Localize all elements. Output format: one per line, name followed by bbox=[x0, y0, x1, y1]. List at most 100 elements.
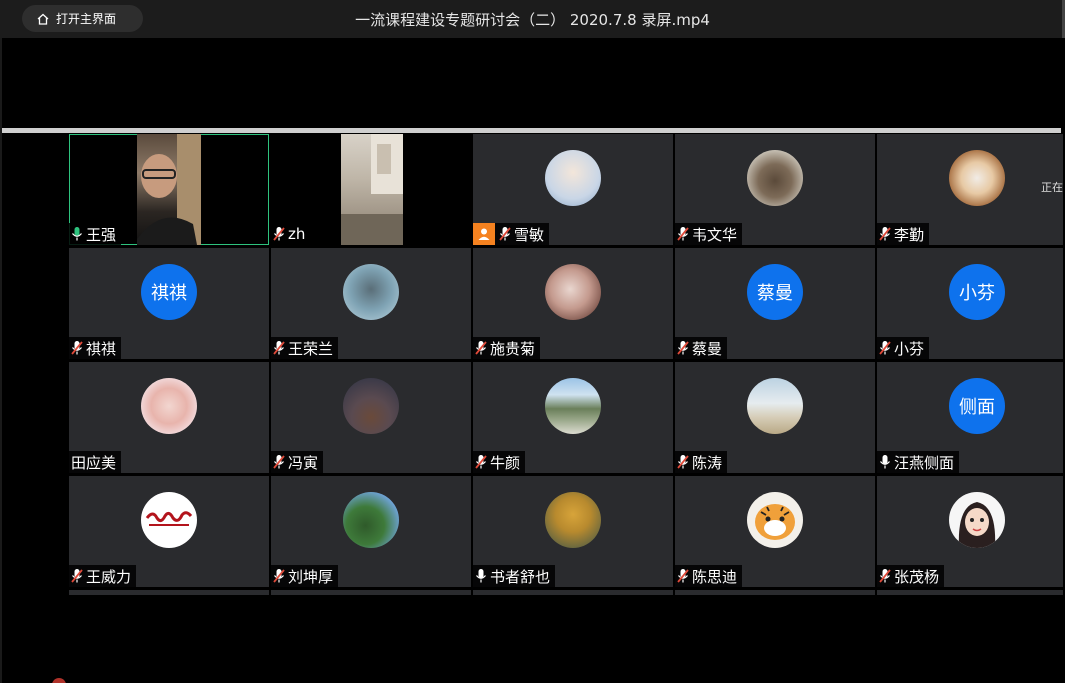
participant-tile[interactable]: 王强 bbox=[69, 134, 269, 245]
participant-name-bar: 王荣兰 bbox=[271, 337, 339, 359]
mic-muted-icon bbox=[273, 341, 285, 355]
participant-avatar bbox=[949, 150, 1005, 206]
mic-on-icon bbox=[72, 227, 82, 241]
participant-name-bar: 田应美 bbox=[69, 451, 122, 473]
participant-tile[interactable]: 雪敏 bbox=[473, 134, 673, 245]
partial-tile bbox=[271, 590, 471, 595]
participant-name: 王强 bbox=[86, 225, 117, 244]
participant-name-bar: 施贵菊 bbox=[473, 337, 541, 359]
mic-muted-icon bbox=[475, 341, 487, 355]
participant-name: 李勤 bbox=[894, 225, 925, 244]
participant-name: 王威力 bbox=[86, 567, 132, 586]
participant-tile[interactable]: 牛颜 bbox=[473, 362, 673, 473]
participant-tile[interactable]: 王荣兰 bbox=[271, 248, 471, 359]
room-video-icon bbox=[341, 134, 403, 245]
participant-name-bar: 张茂杨 bbox=[877, 565, 945, 587]
participant-name-bar: 汪燕侧面 bbox=[877, 451, 960, 473]
participant-name: 王荣兰 bbox=[288, 339, 334, 358]
side-notification-tab[interactable]: 正在 bbox=[1029, 168, 1063, 204]
participant-tile[interactable]: 陈思迪 bbox=[675, 476, 875, 587]
mic-muted-icon bbox=[879, 569, 891, 583]
mic-muted-icon bbox=[273, 455, 285, 469]
participant-name: 陈思迪 bbox=[692, 567, 738, 586]
participant-avatar bbox=[545, 150, 601, 206]
participant-name-bar: 陈思迪 bbox=[675, 565, 743, 587]
participant-tile[interactable]: zh bbox=[271, 134, 471, 245]
participant-name: 施贵菊 bbox=[490, 339, 536, 358]
participant-avatar bbox=[949, 492, 1005, 548]
participant-avatar bbox=[141, 492, 197, 548]
participant-name: 雪敏 bbox=[514, 225, 545, 244]
participant-avatar: 小芬 bbox=[949, 264, 1005, 320]
participant-name: 小芬 bbox=[894, 339, 925, 358]
partial-tile bbox=[675, 590, 875, 595]
participant-tile[interactable]: 田应美 bbox=[69, 362, 269, 473]
person-video-icon bbox=[133, 134, 201, 245]
participant-name: 韦文华 bbox=[692, 225, 738, 244]
participant-name-bar: 王威力 bbox=[69, 565, 137, 587]
participant-tile[interactable]: 刘坤厚 bbox=[271, 476, 471, 587]
participant-avatar bbox=[141, 378, 197, 434]
participant-tile[interactable]: 张茂杨 bbox=[877, 476, 1063, 587]
mic-on-icon bbox=[880, 455, 890, 469]
participant-avatar bbox=[747, 492, 803, 548]
mic-muted-icon bbox=[273, 227, 285, 241]
title-bar: 打开主界面 一流课程建设专题研讨会（二） 2020.7.8 录屏.mp4 bbox=[0, 0, 1065, 38]
mic-muted-icon bbox=[475, 455, 487, 469]
participant-avatar bbox=[747, 378, 803, 434]
participant-avatar bbox=[747, 150, 803, 206]
participant-tile[interactable]: 施贵菊 bbox=[473, 248, 673, 359]
partial-tile bbox=[473, 590, 673, 595]
participant-avatar bbox=[343, 378, 399, 434]
participant-avatar bbox=[343, 264, 399, 320]
speaker-area bbox=[0, 38, 1065, 128]
participant-name-bar: 小芬 bbox=[877, 337, 930, 359]
record-indicator-icon bbox=[52, 678, 66, 683]
participant-tile[interactable]: 冯寅 bbox=[271, 362, 471, 473]
participant-name: 冯寅 bbox=[288, 453, 319, 472]
mic-muted-icon bbox=[677, 569, 689, 583]
participant-tile[interactable]: 蔡曼 蔡曼 bbox=[675, 248, 875, 359]
left-edge bbox=[0, 38, 2, 683]
participant-name-bar: 书者舒也 bbox=[473, 565, 556, 587]
participant-name: 张茂杨 bbox=[894, 567, 940, 586]
participant-avatar bbox=[545, 378, 601, 434]
gallery-grid: 王强 zh 雪敏 韦文华 李勤 祺祺 祺祺 王荣兰 施贵菊 蔡曼 蔡曼 小芬 小… bbox=[69, 134, 1063, 596]
participant-avatar bbox=[545, 264, 601, 320]
mic-on-icon bbox=[476, 569, 486, 583]
participant-name-bar: 韦文华 bbox=[675, 223, 743, 245]
participant-name-bar: 冯寅 bbox=[271, 451, 324, 473]
participant-name-bar: 王强 bbox=[69, 223, 122, 245]
participant-tile[interactable]: 王威力 bbox=[69, 476, 269, 587]
mic-muted-icon bbox=[71, 341, 83, 355]
mic-muted-icon bbox=[677, 341, 689, 355]
participant-avatar: 祺祺 bbox=[141, 264, 197, 320]
divider-bar[interactable] bbox=[2, 128, 1061, 133]
mic-muted-icon bbox=[677, 227, 689, 241]
tiger-avatar-icon bbox=[755, 504, 795, 540]
participant-name-bar: 李勤 bbox=[877, 223, 930, 245]
participant-name-bar: 牛颜 bbox=[473, 451, 526, 473]
participant-name-bar: 刘坤厚 bbox=[271, 565, 339, 587]
mic-muted-icon bbox=[71, 569, 83, 583]
participant-tile[interactable]: 小芬 小芬 bbox=[877, 248, 1063, 359]
participant-name: 田应美 bbox=[71, 453, 117, 472]
participant-tile[interactable]: 祺祺 祺祺 bbox=[69, 248, 269, 359]
participant-tile[interactable]: 书者舒也 bbox=[473, 476, 673, 587]
partial-tile bbox=[877, 590, 1063, 595]
participant-name: 陈涛 bbox=[692, 453, 723, 472]
mic-muted-icon bbox=[677, 455, 689, 469]
participant-tile[interactable]: 侧面 汪燕侧面 bbox=[877, 362, 1063, 473]
participant-name-bar: 陈涛 bbox=[675, 451, 728, 473]
participant-name: 书者舒也 bbox=[490, 567, 551, 586]
participant-name-bar: 雪敏 bbox=[473, 223, 550, 245]
participant-tile[interactable]: 陈涛 bbox=[675, 362, 875, 473]
participant-avatar bbox=[545, 492, 601, 548]
cartoon-girl-avatar-icon bbox=[958, 502, 996, 548]
participant-name-bar: 祺祺 bbox=[69, 337, 122, 359]
participant-name: 牛颜 bbox=[490, 453, 521, 472]
participant-tile[interactable]: 韦文华 bbox=[675, 134, 875, 245]
window-title: 一流课程建设专题研讨会（二） 2020.7.8 录屏.mp4 bbox=[355, 11, 710, 29]
participant-name-bar: zh bbox=[271, 223, 311, 245]
person-icon bbox=[473, 223, 495, 245]
